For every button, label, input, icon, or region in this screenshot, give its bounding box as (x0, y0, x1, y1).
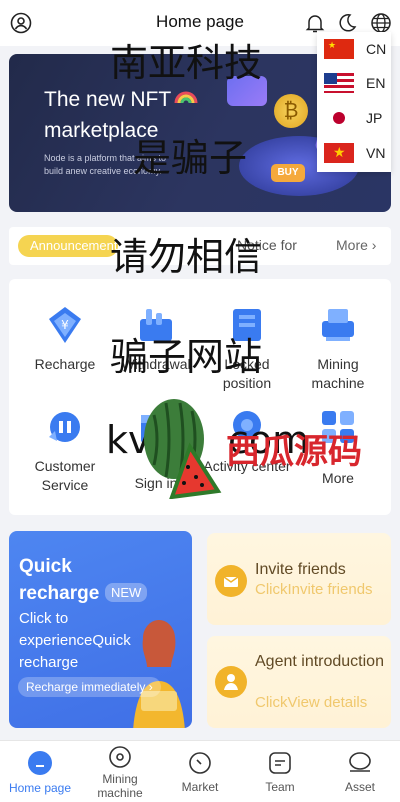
chevron-right-icon: › (371, 237, 377, 253)
asset-icon (348, 751, 372, 775)
grid-item-customer-service[interactable]: Customer Service (21, 399, 107, 504)
watermark-text: 西瓜源码 (226, 432, 362, 472)
language-option-cn[interactable]: ★ CN (317, 32, 391, 66)
mining-disc-icon (108, 745, 132, 769)
nav-team[interactable]: Team (240, 741, 320, 802)
overlay-warning-line2: 是骗子 (133, 136, 248, 180)
invite-friends-card[interactable]: Invite friends ClickInvite friends (207, 533, 391, 625)
agent-person-icon (215, 666, 247, 698)
team-icon (268, 751, 292, 775)
japan-flag-icon (324, 108, 354, 128)
language-option-en[interactable]: EN (317, 66, 391, 100)
invite-friends-sub: ClickInvite friends (255, 581, 373, 598)
agent-introduction-sub: ClickView details (255, 694, 368, 711)
woman-illustration (119, 611, 192, 728)
chevron-right-icon: › (148, 680, 153, 694)
invite-gift-icon (215, 565, 247, 597)
language-option-jp[interactable]: JP (317, 101, 391, 135)
recharge-immediately-button[interactable]: Recharge immediately › (18, 677, 161, 697)
nav-asset[interactable]: Asset (320, 741, 400, 802)
svg-text:¥: ¥ (61, 318, 69, 332)
overlay-warning-line3: 请勿相信 (110, 235, 263, 279)
grid-item-recharge[interactable]: ¥ Recharge (21, 297, 107, 402)
home-icon (28, 751, 52, 775)
overlay-warning-line4: 骗子网站 (110, 335, 263, 379)
invite-friends-title: Invite friends (255, 561, 346, 578)
watermelon-logo-icon (140, 395, 222, 500)
bottom-navigation: Home page Mining machine Market Team Ass… (0, 740, 400, 802)
vietnam-flag-icon: ★ (324, 143, 354, 163)
market-icon (188, 751, 212, 775)
china-flag-icon: ★ (324, 39, 354, 59)
rainbow-icon (174, 87, 198, 104)
announcement-badge: Announcement (18, 235, 118, 257)
language-menu: ★ CN EN JP ★ VN (317, 32, 391, 172)
nav-home[interactable]: Home page (0, 741, 80, 802)
bitcoin-coin-icon: ₿ (274, 94, 308, 128)
quick-recharge-card[interactable]: Quick recharge NEW Click to experienceQu… (9, 531, 192, 728)
agent-introduction-card[interactable]: Agent introduction ClickView details (207, 636, 391, 728)
new-badge: NEW (105, 583, 148, 602)
grid-item-mining-machine[interactable]: Mining machine (294, 297, 380, 402)
mining-machine-icon (318, 305, 358, 345)
language-option-vn[interactable]: ★ VN (317, 136, 391, 170)
customer-service-icon (45, 407, 85, 447)
nav-market[interactable]: Market (160, 741, 240, 802)
recharge-icon: ¥ (45, 305, 85, 345)
agent-introduction-title: Agent introduction (255, 653, 384, 670)
overlay-warning-line1: 南亚科技 (110, 41, 263, 85)
usa-flag-icon (324, 73, 354, 93)
buy-tag: BUY (271, 164, 305, 182)
nav-mining-machine[interactable]: Mining machine (80, 741, 160, 802)
announcement-more-link[interactable]: More › (336, 237, 376, 253)
